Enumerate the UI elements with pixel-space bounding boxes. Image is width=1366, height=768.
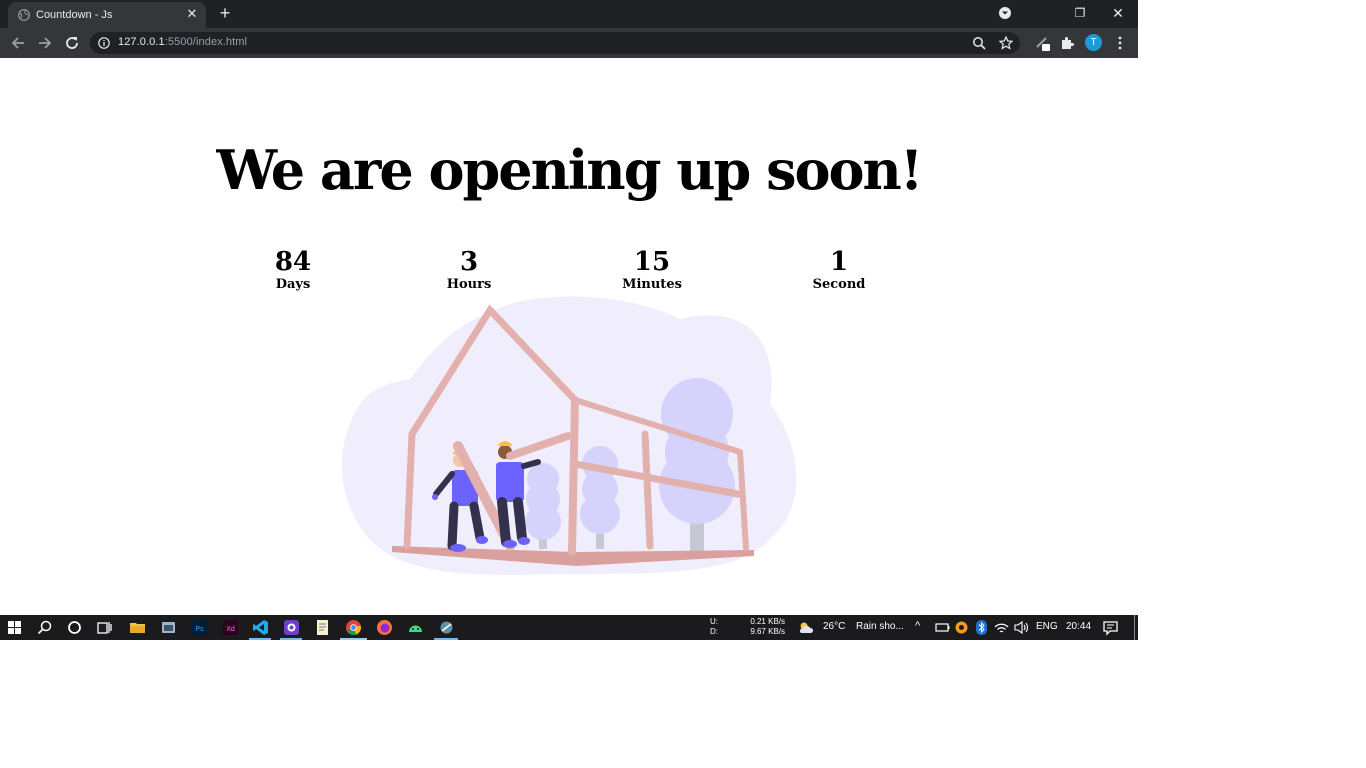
android-studio-icon[interactable] [407,619,424,636]
emulator-running-indicator [434,638,458,640]
download-speed: 9.67 KB/s [750,627,785,636]
notifications-icon[interactable] [1102,619,1119,636]
countdown-minutes: 15 Minutes [572,246,732,292]
show-desktop-button[interactable] [1134,615,1135,640]
minutes-value: 15 [633,247,671,277]
days-value: 84 [274,247,312,277]
file-explorer-icon[interactable] [129,619,146,636]
url-text: 127.0.0.1:5500/index.html [118,36,247,48]
bookmark-star-icon[interactable] [999,36,1013,50]
tab-title: Countdown - Js [36,9,113,21]
tray-chevron-up-icon[interactable]: ^ [915,620,920,632]
edit-extension-icon[interactable] [1035,35,1051,51]
back-icon[interactable] [9,34,27,52]
language-indicator[interactable]: ENG [1036,621,1058,632]
tab-strip: Countdown - Js ✕ + ❐ ✕ [0,0,1138,28]
minutes-label: Minutes [622,277,682,292]
reload-icon[interactable] [63,34,81,52]
wifi-icon[interactable] [993,619,1010,636]
close-tab-icon[interactable]: ✕ [184,6,200,22]
cortana-icon[interactable] [66,619,83,636]
app-tray-orange-icon[interactable] [953,619,970,636]
restore-window-icon[interactable]: ❐ [1070,4,1090,22]
adobe-xd-icon[interactable]: Xd [222,619,239,636]
more-menu-icon[interactable] [1112,35,1128,51]
volume-icon[interactable] [1013,619,1030,636]
url-host: 127.0.0.1 [118,36,165,48]
countdown-days: 84 Days [213,246,373,292]
new-tab-icon[interactable]: + [216,4,234,22]
bluetooth-icon[interactable] [973,619,990,636]
construction-illustration [341,296,797,575]
svg-text:Ps: Ps [195,626,204,633]
hours-value: 3 [459,247,479,277]
web-page: We are opening up soon! 84 Days 3 Hours … [0,58,1138,615]
hours-label: Hours [446,277,492,292]
battery-icon[interactable] [934,619,951,636]
upload-speed: 0.21 KB/s [750,617,785,626]
vscode-icon[interactable] [252,619,269,636]
github-running-indicator [280,638,302,640]
chrome-icon[interactable] [345,619,362,636]
countdown-seconds: 1 Second [759,246,919,292]
tab-search-icon[interactable] [998,6,1012,20]
profile-avatar[interactable]: T [1085,34,1102,51]
site-info-icon[interactable] [98,37,110,49]
page-headline: We are opening up soon! [216,138,924,202]
browser-toolbar: 127.0.0.1:5500/index.html T [0,28,1138,58]
vscode-running-indicator [249,638,271,640]
seconds-value: 1 [829,247,849,277]
search-icon[interactable] [36,619,53,636]
windows-start-icon[interactable] [6,619,23,636]
globe-icon [18,9,30,21]
notepad-icon[interactable] [314,619,331,636]
weather-description[interactable]: Rain sho... [856,621,904,632]
taskbar-clock[interactable]: 20:44 [1066,621,1091,632]
android-emulator-icon[interactable] [438,619,455,636]
browser-tab[interactable]: Countdown - Js ✕ [8,2,206,28]
address-bar[interactable]: 127.0.0.1:5500/index.html [90,32,1020,54]
extensions-puzzle-icon[interactable] [1059,35,1075,51]
forward-icon[interactable] [36,34,54,52]
upload-label: U: [710,617,718,626]
weather-temperature[interactable]: 26°C [823,621,845,632]
zoom-icon[interactable] [972,36,986,50]
firefox-icon[interactable] [376,619,393,636]
task-view-icon[interactable] [96,619,113,636]
github-desktop-icon[interactable] [283,619,300,636]
app-window-icon[interactable] [160,619,177,636]
countdown-hours: 3 Hours [389,246,549,292]
download-label: D: [710,627,718,636]
taskbar: Ps Xd U: 0.21 KB/s D: 9.67 KB/s 26°C Rai… [0,615,1138,640]
url-path: :5500/index.html [164,36,248,48]
svg-text:Xd: Xd [226,626,235,633]
close-window-icon[interactable]: ✕ [1108,4,1128,22]
seconds-label: Second [812,277,866,292]
days-label: Days [275,277,311,292]
screen: Countdown - Js ✕ + ❐ ✕ 127.0.0.1:5500/in… [0,0,1138,640]
photoshop-icon[interactable]: Ps [191,619,208,636]
weather-rain-icon[interactable] [797,619,814,636]
chrome-active-indicator [340,638,367,640]
